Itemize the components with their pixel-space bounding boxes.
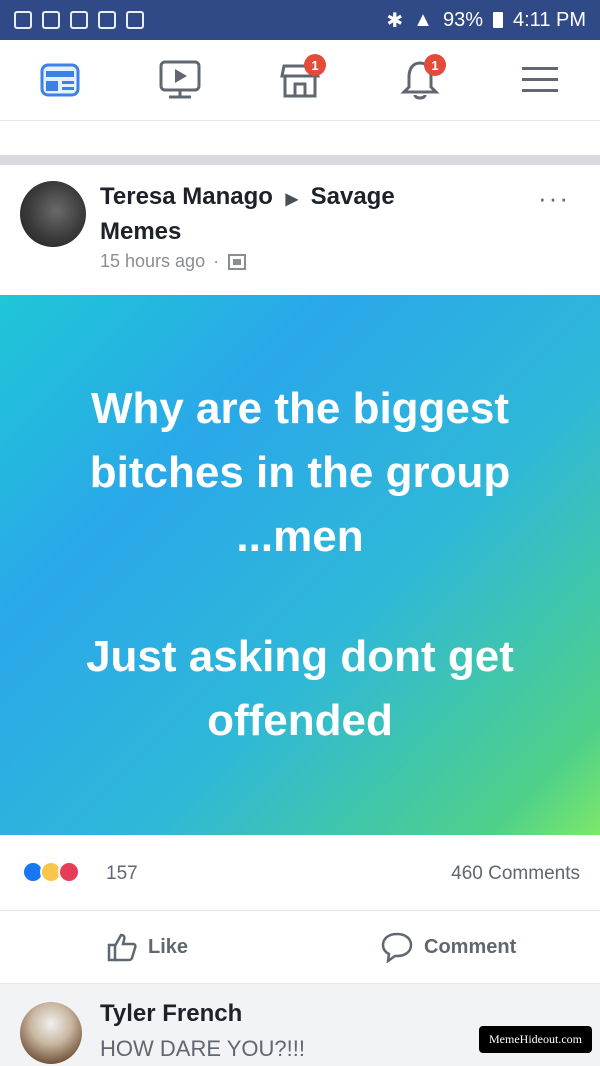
news-feed-icon (40, 63, 80, 97)
reaction-count[interactable]: 157 (106, 863, 138, 885)
commenter-name[interactable]: Tyler French (100, 1000, 242, 1028)
post-options-icon[interactable]: ··· (538, 183, 570, 214)
post-text-line2: Just asking dont get offended (86, 632, 514, 745)
notification-icon (14, 11, 32, 29)
video-icon (159, 60, 201, 99)
author-avatar[interactable] (20, 181, 86, 247)
love-reaction-icon (58, 861, 80, 883)
like-label: Like (148, 935, 189, 958)
nav-menu[interactable] (510, 50, 570, 110)
nav-watch[interactable] (150, 50, 210, 110)
comment-text: HOW DARE YOU?!!! (100, 1036, 305, 1061)
post-content: Why are the biggest bitches in the group… (0, 295, 600, 835)
image-icon (42, 11, 60, 29)
comments-count[interactable]: 460 Comments (451, 863, 580, 885)
reaction-icons[interactable] (22, 861, 80, 883)
post-timestamp[interactable]: 15 hours ago (100, 251, 205, 272)
notifications-badge: 1 (424, 54, 446, 76)
watermark: MemeHideout.com (479, 1026, 592, 1053)
post-meta: 15 hours ago · (100, 251, 247, 272)
comment-bubble-icon (381, 932, 413, 963)
marketplace-badge: 1 (304, 54, 326, 76)
hamburger-menu-icon (522, 67, 558, 92)
status-notification-icons (14, 11, 144, 29)
battery-percent: 93% (442, 8, 483, 31)
nav-notifications[interactable]: 1 (390, 50, 450, 110)
feed-divider (0, 155, 600, 165)
post-text-line1: Why are the biggest bitches in the group… (89, 384, 511, 561)
nav-news-feed[interactable] (30, 50, 90, 110)
top-nav-bar: 1 1 (0, 40, 600, 121)
status-bar: ✱ ▲ 93% 4:11 PM (0, 0, 600, 40)
signal-icon: ▲ (413, 8, 433, 31)
comment-button[interactable]: Comment (380, 931, 516, 963)
reactions-summary: 157 460 Comments (0, 835, 600, 911)
arrow-right-icon: ▶ (285, 191, 298, 208)
thumbs-up-icon (107, 933, 137, 962)
previous-post-actions (0, 121, 600, 156)
facebook-icon (126, 11, 144, 29)
like-button[interactable]: Like (106, 931, 188, 963)
clock: 4:11 PM (513, 8, 586, 31)
battery-icon (493, 12, 503, 28)
post-author-line: Teresa Manago ▶ Savage Memes (100, 181, 460, 248)
messenger-icon (98, 11, 116, 29)
post-header: Teresa Manago ▶ Savage Memes 15 hours ag… (0, 165, 600, 295)
commenter-avatar[interactable] (20, 1002, 82, 1064)
bluetooth-icon: ✱ (386, 9, 404, 32)
mail-icon (70, 11, 88, 29)
comment-preview: Tyler French HOW DARE YOU?!!! (0, 983, 600, 1066)
author-name[interactable]: Teresa Manago (100, 183, 273, 210)
nav-marketplace[interactable]: 1 (270, 50, 330, 110)
post-actions: Like Comment (0, 911, 600, 983)
comment-label: Comment (424, 935, 517, 958)
group-privacy-icon (228, 253, 247, 270)
